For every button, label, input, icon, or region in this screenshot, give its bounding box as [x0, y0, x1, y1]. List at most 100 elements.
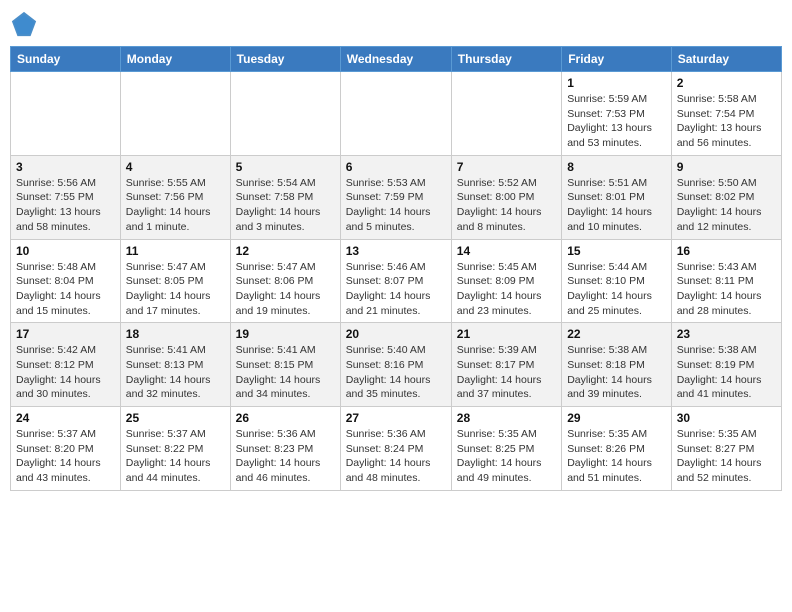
- day-info: Sunrise: 5:47 AMSunset: 8:06 PMDaylight:…: [236, 260, 335, 319]
- day-info: Sunrise: 5:46 AMSunset: 8:07 PMDaylight:…: [346, 260, 446, 319]
- calendar-cell: 1 Sunrise: 5:59 AMSunset: 7:53 PMDaylight…: [562, 72, 672, 156]
- day-info: Sunrise: 5:58 AMSunset: 7:54 PMDaylight:…: [677, 92, 776, 151]
- calendar-cell: [120, 72, 230, 156]
- calendar-cell: 23 Sunrise: 5:38 AMSunset: 8:19 PMDayligh…: [671, 323, 781, 407]
- calendar-cell: 18 Sunrise: 5:41 AMSunset: 8:13 PMDayligh…: [120, 323, 230, 407]
- day-info: Sunrise: 5:48 AMSunset: 8:04 PMDaylight:…: [16, 260, 115, 319]
- calendar-cell: 28 Sunrise: 5:35 AMSunset: 8:25 PMDayligh…: [451, 407, 561, 491]
- day-number: 28: [457, 411, 556, 425]
- day-info: Sunrise: 5:47 AMSunset: 8:05 PMDaylight:…: [126, 260, 225, 319]
- day-info: Sunrise: 5:35 AMSunset: 8:27 PMDaylight:…: [677, 427, 776, 486]
- day-number: 10: [16, 244, 115, 258]
- weekday-header: Saturday: [671, 47, 781, 72]
- day-info: Sunrise: 5:59 AMSunset: 7:53 PMDaylight:…: [567, 92, 666, 151]
- day-info: Sunrise: 5:43 AMSunset: 8:11 PMDaylight:…: [677, 260, 776, 319]
- day-info: Sunrise: 5:36 AMSunset: 8:23 PMDaylight:…: [236, 427, 335, 486]
- calendar-cell: 6 Sunrise: 5:53 AMSunset: 7:59 PMDaylight…: [340, 155, 451, 239]
- calendar-cell: 15 Sunrise: 5:44 AMSunset: 8:10 PMDayligh…: [562, 239, 672, 323]
- calendar-cell: 22 Sunrise: 5:38 AMSunset: 8:18 PMDayligh…: [562, 323, 672, 407]
- day-number: 30: [677, 411, 776, 425]
- day-info: Sunrise: 5:56 AMSunset: 7:55 PMDaylight:…: [16, 176, 115, 235]
- calendar-cell: [230, 72, 340, 156]
- calendar-cell: 25 Sunrise: 5:37 AMSunset: 8:22 PMDayligh…: [120, 407, 230, 491]
- calendar-cell: 10 Sunrise: 5:48 AMSunset: 8:04 PMDayligh…: [11, 239, 121, 323]
- day-info: Sunrise: 5:54 AMSunset: 7:58 PMDaylight:…: [236, 176, 335, 235]
- weekday-header: Wednesday: [340, 47, 451, 72]
- calendar-cell: [11, 72, 121, 156]
- day-number: 29: [567, 411, 666, 425]
- day-info: Sunrise: 5:36 AMSunset: 8:24 PMDaylight:…: [346, 427, 446, 486]
- calendar-cell: 13Sunrise: 5:46 AMSunset: 8:07 PMDayligh…: [340, 239, 451, 323]
- weekday-header: Sunday: [11, 47, 121, 72]
- day-number: 27: [346, 411, 446, 425]
- calendar-week-row: 17Sunrise: 5:42 AMSunset: 8:12 PMDayligh…: [11, 323, 782, 407]
- day-number: 16: [677, 244, 776, 258]
- day-number: 2: [677, 76, 776, 90]
- calendar-cell: 16 Sunrise: 5:43 AMSunset: 8:11 PMDayligh…: [671, 239, 781, 323]
- calendar-cell: 8 Sunrise: 5:51 AMSunset: 8:01 PMDaylight…: [562, 155, 672, 239]
- day-info: Sunrise: 5:38 AMSunset: 8:18 PMDaylight:…: [567, 343, 666, 402]
- day-info: Sunrise: 5:40 AMSunset: 8:16 PMDaylight:…: [346, 343, 446, 402]
- weekday-header: Tuesday: [230, 47, 340, 72]
- calendar-cell: 17Sunrise: 5:42 AMSunset: 8:12 PMDayligh…: [11, 323, 121, 407]
- day-number: 20: [346, 327, 446, 341]
- day-number: 22: [567, 327, 666, 341]
- day-info: Sunrise: 5:44 AMSunset: 8:10 PMDaylight:…: [567, 260, 666, 319]
- calendar-table: SundayMondayTuesdayWednesdayThursdayFrid…: [10, 46, 782, 491]
- day-number: 18: [126, 327, 225, 341]
- calendar-cell: [340, 72, 451, 156]
- day-number: 26: [236, 411, 335, 425]
- calendar-cell: 26 Sunrise: 5:36 AMSunset: 8:23 PMDayligh…: [230, 407, 340, 491]
- day-info: Sunrise: 5:35 AMSunset: 8:26 PMDaylight:…: [567, 427, 666, 486]
- day-info: Sunrise: 5:38 AMSunset: 8:19 PMDaylight:…: [677, 343, 776, 402]
- calendar-cell: 4 Sunrise: 5:55 AMSunset: 7:56 PMDaylight…: [120, 155, 230, 239]
- calendar-cell: 27 Sunrise: 5:36 AMSunset: 8:24 PMDayligh…: [340, 407, 451, 491]
- day-number: 14: [457, 244, 556, 258]
- calendar-week-row: 24Sunrise: 5:37 AMSunset: 8:20 PMDayligh…: [11, 407, 782, 491]
- day-number: 21: [457, 327, 556, 341]
- calendar-cell: 29 Sunrise: 5:35 AMSunset: 8:26 PMDayligh…: [562, 407, 672, 491]
- day-number: 12: [236, 244, 335, 258]
- day-info: Sunrise: 5:37 AMSunset: 8:22 PMDaylight:…: [126, 427, 225, 486]
- calendar-cell: 12 Sunrise: 5:47 AMSunset: 8:06 PMDayligh…: [230, 239, 340, 323]
- day-number: 1: [567, 76, 666, 90]
- day-number: 25: [126, 411, 225, 425]
- calendar-cell: 5Sunrise: 5:54 AMSunset: 7:58 PMDaylight…: [230, 155, 340, 239]
- logo-icon: [10, 10, 38, 38]
- weekday-header: Friday: [562, 47, 672, 72]
- day-info: Sunrise: 5:53 AMSunset: 7:59 PMDaylight:…: [346, 176, 446, 235]
- calendar-cell: 19Sunrise: 5:41 AMSunset: 8:15 PMDayligh…: [230, 323, 340, 407]
- day-number: 8: [567, 160, 666, 174]
- day-number: 11: [126, 244, 225, 258]
- day-number: 19: [236, 327, 335, 341]
- weekday-header: Monday: [120, 47, 230, 72]
- calendar-cell: 21 Sunrise: 5:39 AMSunset: 8:17 PMDayligh…: [451, 323, 561, 407]
- day-number: 7: [457, 160, 556, 174]
- day-number: 6: [346, 160, 446, 174]
- calendar-cell: 3Sunrise: 5:56 AMSunset: 7:55 PMDaylight…: [11, 155, 121, 239]
- page-header: [10, 10, 782, 38]
- day-info: Sunrise: 5:45 AMSunset: 8:09 PMDaylight:…: [457, 260, 556, 319]
- calendar-cell: 7 Sunrise: 5:52 AMSunset: 8:00 PMDaylight…: [451, 155, 561, 239]
- calendar-header-row: SundayMondayTuesdayWednesdayThursdayFrid…: [11, 47, 782, 72]
- day-info: Sunrise: 5:35 AMSunset: 8:25 PMDaylight:…: [457, 427, 556, 486]
- day-number: 15: [567, 244, 666, 258]
- day-info: Sunrise: 5:55 AMSunset: 7:56 PMDaylight:…: [126, 176, 225, 235]
- calendar-cell: 14 Sunrise: 5:45 AMSunset: 8:09 PMDayligh…: [451, 239, 561, 323]
- day-number: 17: [16, 327, 115, 341]
- day-info: Sunrise: 5:39 AMSunset: 8:17 PMDaylight:…: [457, 343, 556, 402]
- calendar-cell: 11 Sunrise: 5:47 AMSunset: 8:05 PMDayligh…: [120, 239, 230, 323]
- calendar-cell: 30 Sunrise: 5:35 AMSunset: 8:27 PMDayligh…: [671, 407, 781, 491]
- day-info: Sunrise: 5:51 AMSunset: 8:01 PMDaylight:…: [567, 176, 666, 235]
- day-number: 23: [677, 327, 776, 341]
- calendar-cell: 2 Sunrise: 5:58 AMSunset: 7:54 PMDaylight…: [671, 72, 781, 156]
- calendar-cell: [451, 72, 561, 156]
- day-info: Sunrise: 5:50 AMSunset: 8:02 PMDaylight:…: [677, 176, 776, 235]
- day-info: Sunrise: 5:52 AMSunset: 8:00 PMDaylight:…: [457, 176, 556, 235]
- logo: [10, 10, 42, 38]
- calendar-week-row: 1 Sunrise: 5:59 AMSunset: 7:53 PMDaylight…: [11, 72, 782, 156]
- day-number: 4: [126, 160, 225, 174]
- weekday-header: Thursday: [451, 47, 561, 72]
- calendar-cell: 20 Sunrise: 5:40 AMSunset: 8:16 PMDayligh…: [340, 323, 451, 407]
- day-info: Sunrise: 5:41 AMSunset: 8:13 PMDaylight:…: [126, 343, 225, 402]
